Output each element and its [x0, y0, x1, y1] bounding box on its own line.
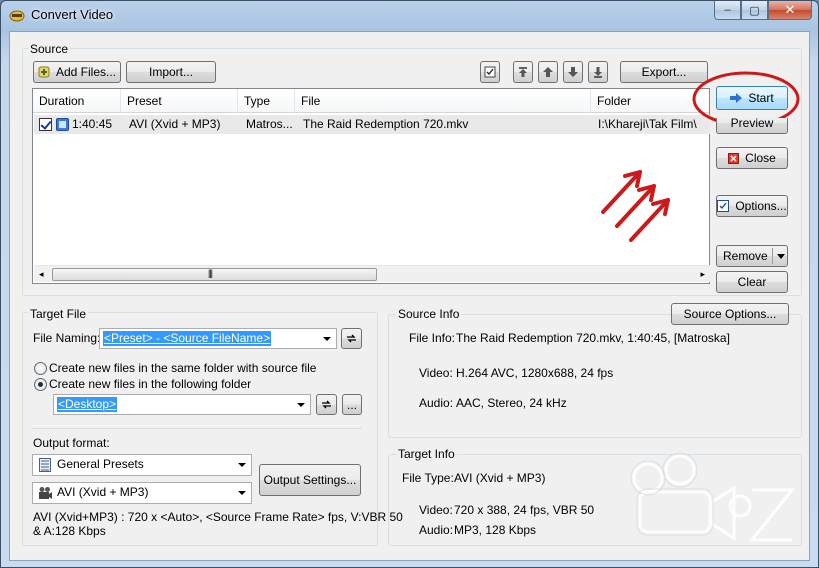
scroll-left-icon[interactable]: ◂ — [39, 269, 44, 280]
chevron-down-icon[interactable] — [238, 491, 246, 495]
column-duration[interactable]: Duration — [33, 89, 121, 113]
file-info-value: The Raid Redemption 720.mkv, 1:40:45, [M… — [456, 331, 730, 345]
file-type-value: AVI (Xvid + MP3) — [454, 471, 546, 485]
add-files-label: Add Files... — [55, 65, 117, 79]
preset-group-value: General Presets — [57, 457, 144, 471]
dropdown-arrow-icon[interactable] — [777, 254, 785, 259]
swap-icon — [322, 400, 331, 409]
options-button[interactable]: Options... — [716, 195, 788, 217]
source-video-value: H.264 AVC, 1280x688, 24 fps — [456, 366, 614, 380]
list-header: Duration Preset Type File Folder — [33, 89, 709, 113]
preset-combo[interactable]: AVI (Xvid + MP3) — [32, 482, 252, 504]
move-bottom-button[interactable] — [588, 61, 608, 83]
title-bar[interactable]: Convert Video – ▢ ✕ — [1, 1, 818, 29]
import-button[interactable]: Import... — [126, 61, 216, 83]
options-icon — [717, 200, 730, 212]
watermark-logo-icon — [630, 452, 796, 542]
source-info-group-title: Source Info — [396, 307, 462, 321]
scroll-thumb[interactable]: ||| — [52, 268, 377, 281]
grip-icon: ||| — [208, 268, 213, 278]
output-settings-button[interactable]: Output Settings... — [259, 464, 361, 496]
video-file-icon — [56, 118, 69, 131]
file-naming-value: <Preset> - <Source FileName> — [103, 331, 272, 346]
add-files-button[interactable]: Add Files... — [33, 61, 121, 83]
source-group-title: Source — [28, 42, 71, 56]
output-format-label: Output format: — [33, 436, 110, 450]
close-icon — [728, 152, 740, 164]
column-preset[interactable]: Preset — [121, 89, 238, 113]
checklist-icon — [484, 66, 496, 78]
cell-preset: AVI (Xvid + MP3) — [129, 117, 221, 131]
file-naming-label: File Naming: — [33, 331, 101, 345]
options-label: Options... — [735, 199, 787, 213]
caption-buttons: – ▢ ✕ — [714, 1, 812, 21]
annotation-arrows-icon — [601, 170, 670, 242]
dialog-body: Source Add Files... Import... Export... — [9, 31, 810, 561]
scroll-right-icon[interactable]: ▸ — [700, 269, 705, 280]
move-down-button[interactable] — [563, 61, 583, 83]
target-folder-value: <Desktop> — [57, 397, 118, 412]
chevron-down-icon[interactable] — [238, 463, 246, 467]
target-audio-label: Audio: — [419, 523, 454, 537]
move-up-button[interactable] — [538, 61, 558, 83]
split-divider — [772, 248, 773, 264]
horizontal-scrollbar[interactable]: ◂ ||| ▸ — [34, 265, 710, 282]
preset-value: AVI (Xvid + MP3) — [57, 485, 149, 499]
browse-button[interactable]: ... — [342, 394, 362, 415]
radio-same-folder[interactable] — [34, 362, 47, 375]
move-top-button[interactable] — [513, 61, 533, 83]
row-checkbox[interactable] — [39, 118, 52, 131]
naming-swap-button[interactable] — [341, 328, 362, 349]
clear-button[interactable]: Clear — [716, 271, 788, 293]
chevron-down-icon[interactable] — [323, 337, 331, 341]
target-folder-combo[interactable]: <Desktop> — [53, 394, 311, 415]
select-all-button[interactable] — [480, 61, 500, 83]
remove-button[interactable]: Remove — [716, 245, 788, 267]
source-video-label: Video: — [419, 366, 453, 380]
column-type[interactable]: Type — [238, 89, 295, 113]
close-label: Close — [745, 151, 776, 165]
preset-group-combo[interactable]: General Presets — [32, 454, 252, 476]
source-audio-label: Audio: — [419, 396, 454, 410]
file-info-label: File Info: — [409, 331, 456, 345]
minimize-button[interactable]: – — [714, 1, 741, 20]
maximize-button[interactable]: ▢ — [741, 1, 768, 20]
move-top-icon — [519, 67, 527, 77]
cell-duration: 1:40:45 — [72, 117, 113, 131]
swap-icon — [347, 334, 356, 343]
presets-list-icon — [39, 458, 51, 472]
cell-file: The Raid Redemption 720.mkv — [303, 117, 469, 131]
source-audio-value: AAC, Stereo, 24 kHz — [456, 396, 567, 410]
move-bottom-icon — [594, 67, 602, 78]
arrow-up-icon — [543, 67, 553, 77]
target-video-value: 720 x 388, 24 fps, VBR 50 — [454, 503, 595, 517]
source-options-button[interactable]: Source Options... — [671, 303, 789, 325]
window-title: Convert Video — [31, 7, 114, 22]
video-camera-icon — [39, 487, 52, 499]
cell-type: Matros... — [246, 117, 293, 131]
radio-following-folder-label[interactable]: Create new files in the following folder — [49, 377, 251, 391]
convert-video-window: Convert Video – ▢ ✕ Source Add Files... … — [0, 0, 819, 568]
remove-label: Remove — [723, 249, 768, 263]
radio-same-folder-label[interactable]: Create new files in the same folder with… — [49, 361, 316, 375]
column-file[interactable]: File — [295, 89, 591, 113]
chevron-down-icon[interactable] — [297, 403, 305, 407]
app-icon — [9, 10, 25, 22]
add-icon — [38, 66, 50, 78]
target-video-label: Video: — [419, 503, 453, 517]
target-audio-value: MP3, 128 Kbps — [454, 523, 537, 537]
close-window-button[interactable]: ✕ — [768, 1, 812, 20]
format-description-line-1: AVI (Xvid+MP3) : 720 x <Auto>, <Source F… — [33, 510, 403, 524]
table-row[interactable]: 1:40:45 AVI (Xvid + MP3) Matros... The R… — [34, 115, 710, 134]
file-naming-combo[interactable]: <Preset> - <Source FileName> — [99, 328, 337, 349]
target-file-group-title: Target File — [28, 307, 89, 321]
close-button[interactable]: Close — [716, 147, 788, 169]
file-type-label: File Type: — [402, 471, 454, 485]
folder-swap-button[interactable] — [316, 394, 337, 415]
divider — [32, 428, 362, 429]
target-info-group-title: Target Info — [396, 447, 457, 461]
format-description-line-2: & A:128 Kbps — [33, 524, 106, 538]
arrow-down-icon — [568, 67, 578, 77]
radio-following-folder[interactable] — [34, 378, 47, 391]
